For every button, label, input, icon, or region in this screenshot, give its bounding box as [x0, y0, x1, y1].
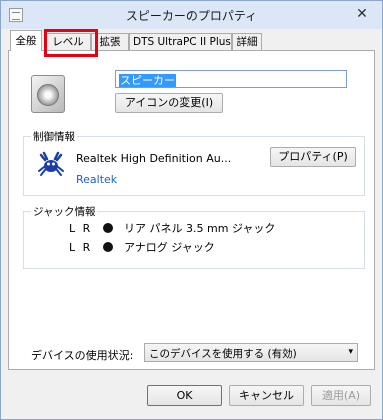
jack-color-dot-icon: [102, 223, 113, 233]
dialog-client: 全般 レベル 拡張 DTS UltraPC II Plus 詳細 スピーカー ア…: [8, 30, 375, 413]
properties-dialog: スピーカーのプロパティ ✕ 全般 レベル 拡張 DTS UltraPC II P…: [0, 0, 383, 420]
device-name-text: スピーカー: [119, 74, 176, 87]
jack-row: L R リア パネル 3.5 mm ジャック: [69, 220, 275, 236]
jack-description: リア パネル 3.5 mm ジャック: [124, 222, 276, 235]
realtek-vendor-link[interactable]: Realtek: [76, 173, 117, 186]
device-name-field[interactable]: スピーカー: [115, 70, 347, 88]
jack-channels: L R: [69, 241, 93, 254]
device-usage-label: デバイスの使用状況:: [31, 349, 134, 362]
speaker-icon: [31, 75, 65, 113]
change-icon-button[interactable]: アイコンの変更(I): [115, 93, 223, 113]
jack-info-group: ジャック情報 L R リア パネル 3.5 mm ジャック L R アナログ ジ…: [23, 204, 365, 269]
jack-row: L R アナログ ジャック: [69, 239, 215, 255]
controller-info-label: 制御情報: [31, 129, 77, 144]
chevron-down-icon: ▾: [348, 347, 353, 357]
cancel-button[interactable]: キャンセル: [229, 385, 304, 406]
close-button[interactable]: ✕: [351, 5, 373, 23]
apply-button[interactable]: 適用(A): [311, 385, 371, 406]
controller-device-name: Realtek High Definition Au...: [76, 152, 232, 165]
title-bar: スピーカーのプロパティ ✕: [1, 1, 382, 29]
tab-dts-ultrapc[interactable]: DTS UltraPC II Plus: [129, 33, 232, 50]
controller-properties-button[interactable]: プロパティ(P): [270, 147, 356, 167]
device-usage-selected-value: このデバイスを使用する (有効): [149, 348, 297, 360]
ok-button[interactable]: OK: [147, 385, 222, 406]
levels-tab-highlight: [44, 29, 98, 57]
window-title: スピーカーのプロパティ: [125, 9, 258, 23]
tab-general[interactable]: 全般: [10, 30, 42, 51]
controller-info-group: 制御情報 Realtek High Definition Au... Realt…: [23, 129, 365, 196]
realtek-crab-icon: [38, 151, 64, 176]
device-usage-select[interactable]: このデバイスを使用する (有効) ▾: [144, 343, 358, 362]
jack-color-dot-icon: [102, 242, 113, 252]
general-tab-panel: スピーカー アイコンの変更(I) 制御情報 Realtek High Defin…: [8, 50, 375, 370]
tab-advanced[interactable]: 詳細: [232, 33, 262, 50]
jack-info-label: ジャック情報: [31, 204, 98, 219]
jack-channels: L R: [69, 222, 93, 235]
jack-description: アナログ ジャック: [124, 241, 215, 254]
